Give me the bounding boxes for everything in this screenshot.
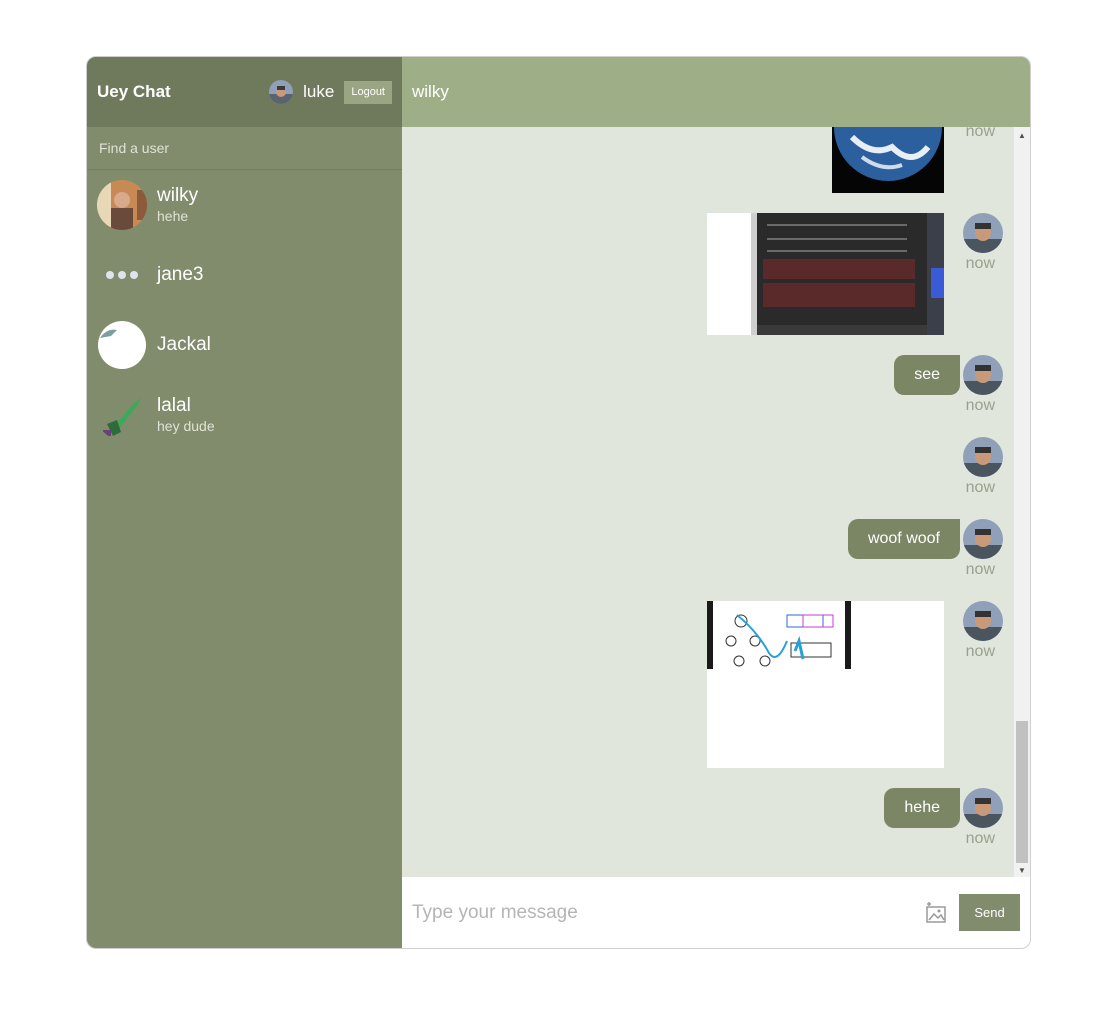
message-time: now <box>965 397 995 414</box>
sender-avatar <box>963 601 1003 641</box>
avatar <box>97 320 147 370</box>
contact-lalal[interactable]: lalal hey dude <box>87 380 402 450</box>
message-time: now <box>965 830 995 847</box>
logout-button[interactable]: Logout <box>344 80 392 104</box>
scroll-down-icon[interactable]: ▼ <box>1018 866 1026 875</box>
chat-panel: wilky now now see now now woof woof now … <box>402 57 1030 948</box>
app-logo: Uey Chat <box>97 82 171 101</box>
message-bubble: see <box>894 355 960 395</box>
current-user-avatar <box>269 80 294 104</box>
sender-avatar <box>963 519 1003 559</box>
contact-last-message: hey dude <box>157 418 215 434</box>
chat-title: wilky <box>412 82 449 101</box>
message-bubble: hehe <box>884 788 960 828</box>
sword-avatar <box>97 390 147 440</box>
sender-avatar <box>963 437 1003 477</box>
message-time: now <box>965 643 995 660</box>
image-upload-icon[interactable] <box>925 901 949 925</box>
contact-last-message: hehe <box>157 208 189 224</box>
contact-name: jane3 <box>157 264 204 285</box>
chat-header: wilky <box>402 57 1030 127</box>
contact-name: Jackal <box>157 334 211 355</box>
message-image[interactable] <box>707 213 944 335</box>
avatar <box>97 180 147 230</box>
scrollbar[interactable]: ▲ ▼ <box>1014 127 1030 877</box>
message-time: now <box>965 255 995 272</box>
chat-app: Uey Chat luke Logout wilky hehe <box>86 56 1031 949</box>
contact-wilky[interactable]: wilky hehe <box>87 170 402 240</box>
message-list[interactable]: now now see now now woof woof now now he… <box>402 127 1030 877</box>
message-image[interactable] <box>832 127 944 193</box>
user-search <box>87 127 402 170</box>
scroll-up-icon[interactable]: ▲ <box>1018 131 1026 140</box>
scroll-thumb[interactable] <box>1016 721 1028 863</box>
sender-avatar <box>963 213 1003 253</box>
navbar: Uey Chat luke Logout <box>87 57 402 127</box>
sidebar: Uey Chat luke Logout wilky hehe <box>87 57 402 948</box>
message-composer: Send <box>402 877 1030 948</box>
message-time: now <box>965 127 995 140</box>
message-image[interactable] <box>707 601 944 768</box>
current-user: luke Logout <box>269 80 392 104</box>
sender-avatar <box>963 355 1003 395</box>
message-time: now <box>965 561 995 578</box>
message-time: now <box>965 479 995 496</box>
contact-name: wilky <box>157 185 199 206</box>
message-input[interactable] <box>412 901 925 924</box>
contact-name: lalal <box>157 395 191 416</box>
contact-jackal[interactable]: Jackal <box>87 310 402 380</box>
message-bubble: woof woof <box>847 519 960 559</box>
contact-jane3[interactable]: jane3 <box>87 240 402 310</box>
search-input[interactable] <box>99 140 390 156</box>
send-button[interactable]: Send <box>959 894 1020 931</box>
current-user-name: luke <box>303 82 335 101</box>
sender-avatar <box>963 788 1003 828</box>
avatar <box>97 250 147 300</box>
